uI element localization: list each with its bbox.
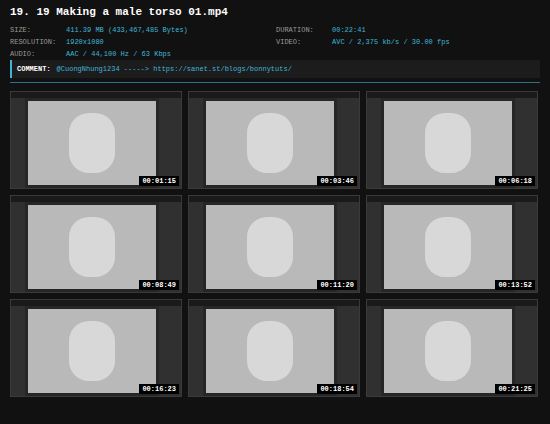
frame-viewport — [28, 309, 156, 393]
frame-sidebar — [159, 306, 181, 396]
timestamp: 00:03:46 — [317, 176, 357, 186]
frame-toolbar — [189, 300, 359, 306]
frame-figure — [425, 217, 471, 277]
timestamp: 00:18:54 — [317, 384, 357, 394]
frame-toolbar — [367, 196, 537, 202]
frame-sidebar — [189, 306, 203, 396]
frame-toolbar — [189, 196, 359, 202]
frame-body — [189, 202, 359, 292]
video-frame[interactable]: 00:21:25 — [366, 299, 538, 397]
frame-sidebar — [515, 306, 537, 396]
info-value: 411.39 MB (433,467,485 Bytes) — [66, 26, 188, 36]
frame-sidebar — [189, 202, 203, 292]
frame-sidebar — [515, 202, 537, 292]
frame-body — [189, 306, 359, 396]
info-label: VIDEO: — [276, 38, 332, 48]
frame-figure — [247, 217, 293, 277]
frame-figure — [69, 217, 115, 277]
frame-sidebar — [337, 306, 359, 396]
thumbnail-grid: 00:01:15 00:03:46 00:06:18 00:08:49 00:11:20… — [0, 83, 550, 397]
comment-bar: COMMENT: @CuongNhung1234 -----> https://… — [10, 60, 540, 78]
frame-viewport — [28, 205, 156, 289]
frame-viewport — [206, 101, 334, 185]
frame-sidebar — [159, 98, 181, 188]
frame-sidebar — [515, 98, 537, 188]
timestamp: 00:13:52 — [495, 280, 535, 290]
frame-body — [11, 98, 181, 188]
frame-viewport — [384, 309, 512, 393]
timestamp: 00:08:49 — [139, 280, 179, 290]
comment-label: COMMENT: — [17, 64, 51, 75]
frame-sidebar — [11, 202, 25, 292]
frame-toolbar — [11, 92, 181, 98]
info-label: DURATION: — [276, 26, 332, 36]
timestamp: 00:06:18 — [495, 176, 535, 186]
video-frame[interactable]: 00:11:20 — [188, 195, 360, 293]
frame-sidebar — [11, 98, 25, 188]
frame-sidebar — [367, 98, 381, 188]
frame-sidebar — [189, 98, 203, 188]
timestamp: 00:11:20 — [317, 280, 357, 290]
info-table: SIZE:411.39 MB (433,467,485 Bytes)DURATI… — [0, 26, 550, 60]
info-row: SIZE:411.39 MB (433,467,485 Bytes) — [10, 26, 276, 36]
timestamp: 00:16:23 — [139, 384, 179, 394]
frame-viewport — [206, 205, 334, 289]
frame-sidebar — [337, 202, 359, 292]
frame-viewport — [384, 101, 512, 185]
frame-sidebar — [367, 202, 381, 292]
frame-figure — [247, 113, 293, 173]
frame-body — [189, 98, 359, 188]
info-row: RESOLUTION:1920x1080 — [10, 38, 276, 48]
frame-viewport — [384, 205, 512, 289]
video-frame[interactable]: 00:16:23 — [10, 299, 182, 397]
frame-toolbar — [367, 92, 537, 98]
comment-text: @CuongNhung1234 -----> https://sanet.st/… — [57, 64, 292, 75]
frame-figure — [69, 321, 115, 381]
frame-figure — [69, 113, 115, 173]
frame-toolbar — [367, 300, 537, 306]
video-frame[interactable]: 00:06:18 — [366, 91, 538, 189]
info-label: AUDIO: — [10, 50, 66, 60]
info-value: 00:22:41 — [332, 26, 366, 36]
frame-body — [367, 98, 537, 188]
frame-body — [367, 306, 537, 396]
info-row: DURATION:00:22:41 — [276, 26, 550, 36]
frame-viewport — [28, 101, 156, 185]
frame-sidebar — [11, 306, 25, 396]
frame-body — [367, 202, 537, 292]
frame-toolbar — [11, 300, 181, 306]
frame-sidebar — [367, 306, 381, 396]
info-value: AAC / 44,100 Hz / 63 Kbps — [66, 50, 171, 60]
frame-body — [11, 202, 181, 292]
frame-figure — [425, 321, 471, 381]
video-frame[interactable]: 00:08:49 — [10, 195, 182, 293]
frame-body — [11, 306, 181, 396]
frame-viewport — [206, 309, 334, 393]
info-row: VIDEO:AVC / 2,375 kb/s / 30.00 fps — [276, 38, 550, 48]
video-frame[interactable]: 00:18:54 — [188, 299, 360, 397]
frame-toolbar — [189, 92, 359, 98]
timestamp: 00:01:15 — [139, 176, 179, 186]
info-label: RESOLUTION: — [10, 38, 66, 48]
video-frame[interactable]: 00:01:15 — [10, 91, 182, 189]
file-title: 19. 19 Making a male torso 01.mp4 — [0, 0, 550, 26]
frame-figure — [247, 321, 293, 381]
video-frame[interactable]: 00:13:52 — [366, 195, 538, 293]
frame-toolbar — [11, 196, 181, 202]
info-value: AVC / 2,375 kb/s / 30.00 fps — [332, 38, 450, 48]
info-value: 1920x1080 — [66, 38, 104, 48]
separator — [10, 82, 540, 83]
info-label: SIZE: — [10, 26, 66, 36]
contact-sheet: 19. 19 Making a male torso 01.mp4 SIZE:4… — [0, 0, 550, 424]
frame-sidebar — [159, 202, 181, 292]
frame-figure — [425, 113, 471, 173]
info-row: AUDIO:AAC / 44,100 Hz / 63 Kbps — [10, 50, 276, 60]
timestamp: 00:21:25 — [495, 384, 535, 394]
video-frame[interactable]: 00:03:46 — [188, 91, 360, 189]
frame-sidebar — [337, 98, 359, 188]
